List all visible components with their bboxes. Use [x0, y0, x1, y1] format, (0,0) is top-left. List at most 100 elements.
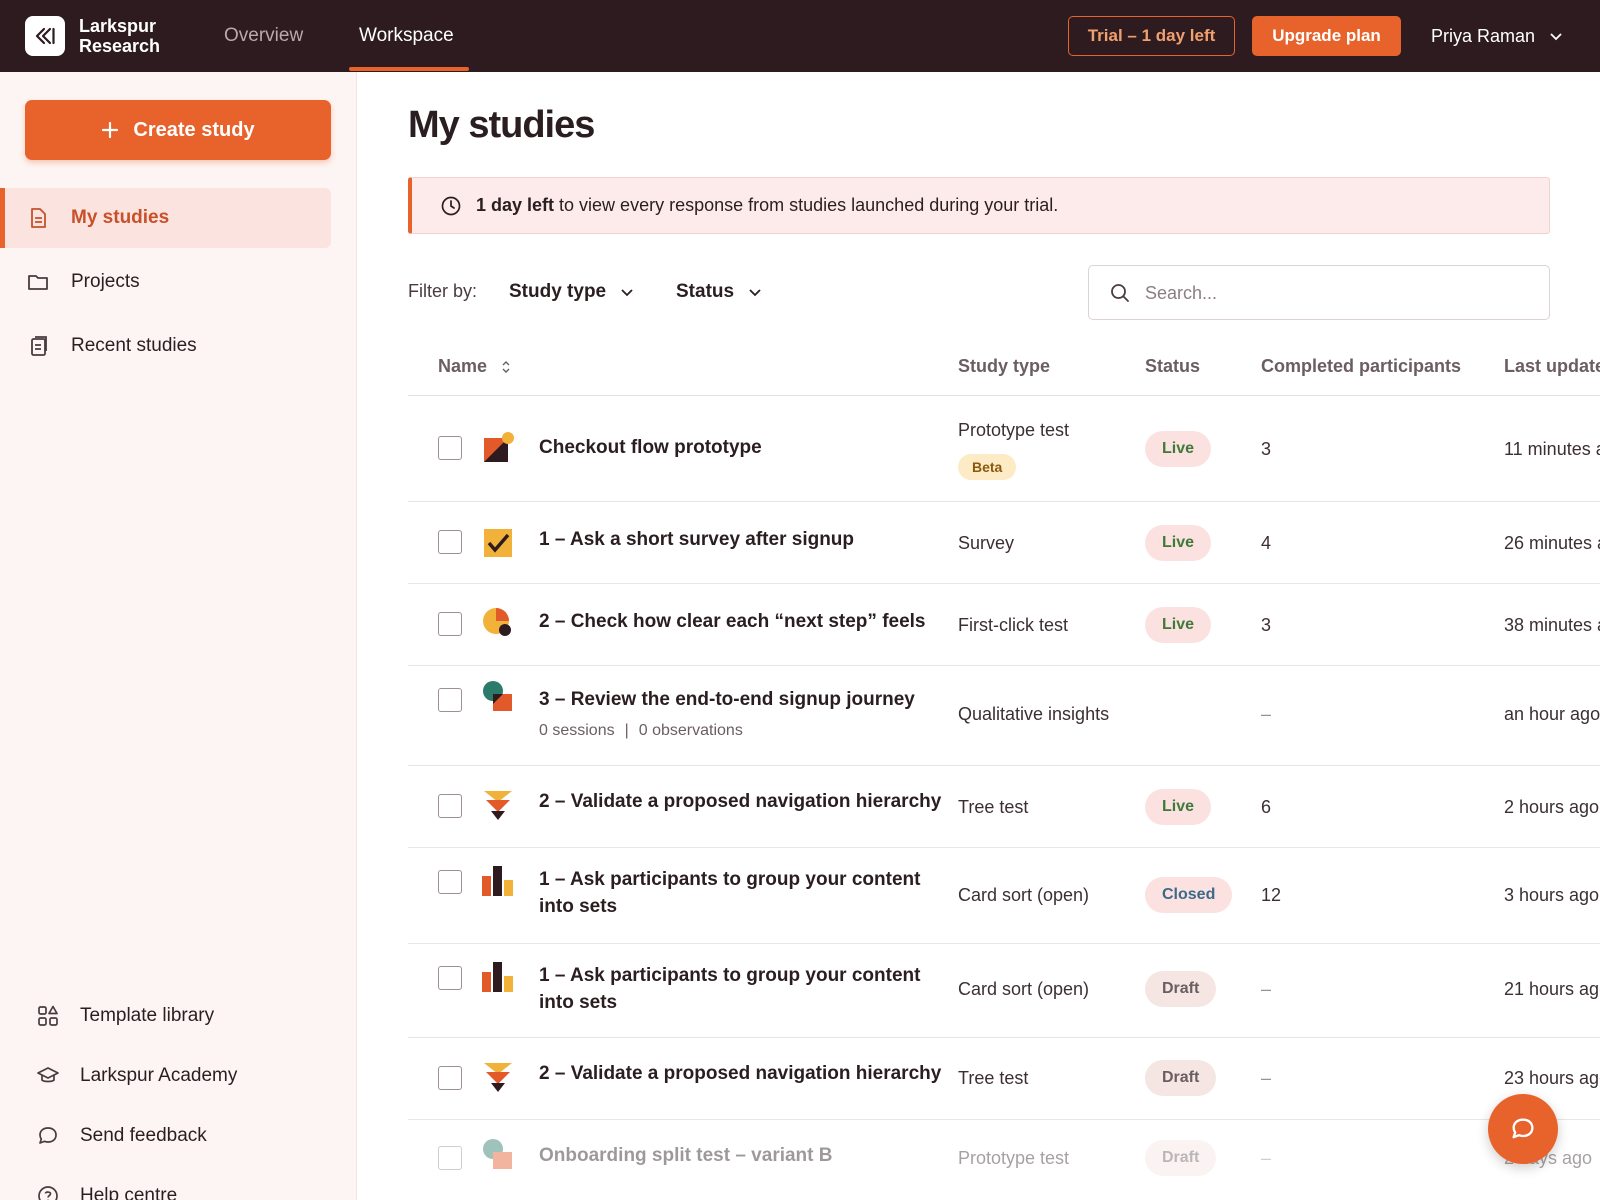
table-row[interactable]: Checkout flow prototype Prototype test B…: [408, 396, 1600, 502]
last-updated: 2 hours ago: [1504, 797, 1600, 817]
column-header-status: Status: [1145, 356, 1201, 376]
row-checkbox[interactable]: [438, 612, 462, 636]
grid-icon: [38, 1005, 58, 1026]
study-name[interactable]: Checkout flow prototype: [539, 434, 939, 461]
plus-icon: [102, 121, 119, 139]
row-checkbox[interactable]: [438, 794, 462, 818]
sidebar-item-projects[interactable]: Projects: [0, 252, 331, 312]
clock-icon: [441, 196, 461, 216]
study-name[interactable]: 1 – Ask a short survey after signup: [539, 526, 939, 553]
study-type: Card sort (open): [958, 885, 1090, 905]
sidebar-template-library[interactable]: Template library: [0, 996, 331, 1036]
table-row[interactable]: 2 – Check how clear each “next step” fee…: [408, 584, 1600, 666]
completed-count: –: [1261, 1068, 1272, 1088]
sidebar-send-feedback[interactable]: Send feedback: [0, 1116, 331, 1156]
chat-support-button[interactable]: [1488, 1094, 1558, 1164]
table-row[interactable]: 1 – Ask a short survey after signup Surv…: [408, 502, 1600, 584]
table-row[interactable]: 2 – Validate a proposed navigation hiera…: [408, 1038, 1600, 1120]
study-name[interactable]: 2 – Check how clear each “next step” fee…: [539, 608, 959, 635]
table-row[interactable]: 2 – Validate a proposed navigation hiera…: [408, 766, 1600, 848]
study-type-filter[interactable]: Study type: [509, 281, 634, 303]
status-filter[interactable]: Status: [676, 281, 762, 303]
study-name[interactable]: 3 – Review the end-to-end signup journey: [539, 686, 939, 713]
status-badge: Live: [1145, 431, 1212, 467]
sidebar-help-centre[interactable]: Help centre: [0, 1176, 331, 1200]
status-filter-label: Status: [676, 281, 735, 302]
study-type: Qualitative insights: [958, 704, 1110, 724]
completed-count: 3: [1261, 615, 1272, 635]
search-box[interactable]: [1088, 265, 1550, 320]
row-checkbox[interactable]: [438, 1146, 462, 1170]
status-badge: Closed: [1145, 877, 1233, 913]
study-type: Prototype test: [958, 1148, 1070, 1168]
trial-banner: 1 day left to view every response from s…: [408, 177, 1550, 234]
study-name[interactable]: Onboarding split test – variant B: [539, 1142, 939, 1169]
search-icon: [1111, 284, 1129, 302]
row-checkbox[interactable]: [438, 1066, 462, 1090]
nav-overview[interactable]: Overview: [224, 0, 303, 72]
create-study-label: Create study: [133, 118, 255, 141]
study-type: First-click test: [958, 615, 1068, 635]
sidebar-item-recent-studies[interactable]: Recent studies: [0, 316, 331, 376]
first-click-icon: [483, 608, 511, 636]
study-name[interactable]: 1 – Ask participants to group your conte…: [539, 866, 939, 920]
chevron-down-icon: [621, 289, 633, 297]
brand-line-1: Larkspur: [79, 16, 157, 36]
document-icon: [31, 208, 46, 228]
create-study-button[interactable]: Create study: [25, 100, 331, 160]
completed-count: 6: [1261, 797, 1272, 817]
row-checkbox[interactable]: [438, 436, 462, 460]
sessions-count: 0 sessions: [539, 722, 615, 739]
trial-button[interactable]: Trial – 1 day left: [1068, 16, 1235, 56]
last-updated: 23 hours ago: [1504, 1068, 1600, 1088]
upgrade-plan-button[interactable]: Upgrade plan: [1252, 16, 1401, 56]
last-updated: 26 minutes ago: [1504, 533, 1600, 553]
column-header-completed: Completed participants: [1261, 356, 1462, 376]
card-sort-icon: [482, 962, 513, 992]
table-row[interactable]: 3 – Review the end-to-end signup journey…: [408, 666, 1600, 766]
table-row[interactable]: Onboarding split test – variant B Protot…: [408, 1120, 1600, 1200]
table-row[interactable]: 1 – Ask participants to group your conte…: [408, 848, 1600, 944]
row-checkbox[interactable]: [438, 966, 462, 990]
sidebar: Create study My studies Projects Recent …: [0, 72, 357, 1200]
table-row[interactable]: 1 – Ask participants to group your conte…: [408, 944, 1600, 1038]
chat-bubble-icon: [1512, 1118, 1534, 1139]
completed-count: –: [1261, 1148, 1272, 1168]
user-menu[interactable]: Priya Raman: [1431, 0, 1563, 72]
banner-rest: to view every response from studies laun…: [554, 195, 1059, 215]
row-checkbox[interactable]: [438, 688, 462, 712]
nav-workspace[interactable]: Workspace: [359, 0, 454, 72]
graduation-cap-icon: [37, 1067, 59, 1083]
column-header-name[interactable]: Name: [438, 356, 511, 377]
status-badge: Draft: [1145, 1140, 1217, 1176]
status-badge: Live: [1145, 789, 1212, 825]
sidebar-larkspur-academy[interactable]: Larkspur Academy: [0, 1056, 331, 1096]
filter-label: Filter by:: [408, 281, 478, 301]
prototype-icon: [484, 432, 514, 462]
row-checkbox[interactable]: [438, 870, 462, 894]
study-type: Card sort (open): [958, 979, 1090, 999]
study-type-filter-label: Study type: [509, 281, 607, 302]
study-name[interactable]: 1 – Ask participants to group your conte…: [539, 962, 939, 1016]
study-name[interactable]: 2 – Validate a proposed navigation hiera…: [539, 788, 959, 815]
last-updated: an hour ago: [1504, 704, 1600, 724]
brand-name: Larkspur Research: [79, 16, 160, 56]
last-updated: 21 hours ago: [1504, 979, 1600, 999]
brand-line-2: Research: [79, 36, 161, 56]
sidebar-item-my-studies[interactable]: My studies: [0, 188, 331, 248]
study-name[interactable]: 2 – Validate a proposed navigation hiera…: [539, 1060, 959, 1087]
completed-count: 12: [1261, 885, 1282, 905]
study-type: Prototype test: [958, 420, 1070, 440]
banner-bold: 1 day left: [476, 195, 555, 215]
search-input[interactable]: [1145, 278, 1525, 308]
last-updated: 11 minutes ago: [1504, 439, 1600, 459]
banner-text: 1 day left to view every response from s…: [476, 195, 1058, 216]
completed-count: 3: [1261, 439, 1272, 459]
help-icon: [38, 1186, 58, 1200]
column-header-name-label: Name: [438, 356, 488, 376]
completed-count: 4: [1261, 533, 1272, 553]
sidebar-item-label: My studies: [71, 207, 170, 228]
logo-chevrons-icon: [35, 27, 55, 45]
row-checkbox[interactable]: [438, 530, 462, 554]
logo[interactable]: [25, 16, 65, 56]
